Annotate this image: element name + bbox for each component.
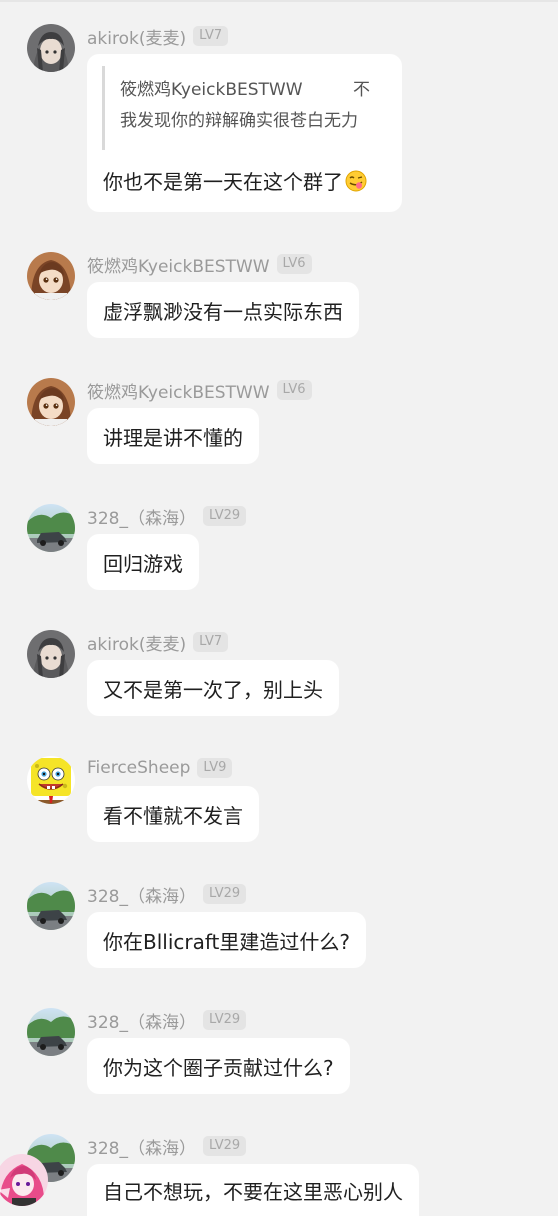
level-badge: LV29 (202, 506, 247, 526)
message-bubble[interactable]: 讲理是讲不懂的 (87, 408, 259, 464)
message-text: 自己不想玩，不要在这里恶心别人 (103, 1179, 403, 1204)
message-bubble[interactable]: 回归游戏 (87, 534, 199, 590)
message-text: 又不是第一次了，别上头 (103, 677, 323, 702)
spongebob-avatar[interactable] (27, 756, 75, 804)
message-text: 你为这个圈子贡献过什么? (103, 1055, 334, 1080)
message-text: 你在Bllicraft里建造过什么? (103, 929, 351, 954)
message-bubble[interactable]: 筱燃鸡KyeickBESTWW 不 我发现你的辩解确实很苍白无力 你也不是第一天… (87, 54, 402, 212)
anime-girl-gray-avatar[interactable] (27, 24, 75, 72)
car-landscape-avatar[interactable] (27, 1008, 75, 1056)
quoted-message[interactable]: 筱燃鸡KyeickBESTWW 不 我发现你的辩解确实很苍白无力 (102, 66, 388, 150)
top-divider (0, 0, 558, 2)
username[interactable]: 筱燃鸡KyeickBESTWW (87, 252, 270, 277)
message-text: 看不懂就不发言 (103, 803, 243, 828)
level-badge: LV29 (202, 1010, 247, 1030)
message-header: 筱燃鸡KyeickBESTWW LV6 (87, 378, 312, 403)
tongue-out-emoji-icon (345, 170, 367, 192)
level-badge: LV29 (202, 1136, 247, 1156)
quote-header: 筱燃鸡KyeickBESTWW 不 (120, 75, 370, 106)
message-text: 虚浮飘渺没有一点实际东西 (103, 299, 343, 324)
message-bubble[interactable]: 虚浮飘渺没有一点实际东西 (87, 282, 359, 338)
message-header: akirok(麦麦) LV7 (87, 630, 229, 655)
anime-girl-salute-avatar[interactable] (27, 252, 75, 300)
message-text: 回归游戏 (103, 551, 183, 576)
message-header: 328_（森海） LV29 (87, 1134, 247, 1159)
car-landscape-avatar[interactable] (27, 504, 75, 552)
message-header: 328_（森海） LV29 (87, 1008, 247, 1033)
level-badge: LV7 (193, 26, 229, 46)
username[interactable]: FierceSheep (87, 758, 190, 778)
username[interactable]: 328_（森海） (87, 504, 196, 529)
message-text-row: 你也不是第一天在这个群了 (103, 166, 388, 195)
level-badge: LV6 (276, 254, 312, 274)
username[interactable]: 328_（森海） (87, 882, 196, 907)
message-header: FierceSheep LV9 (87, 756, 233, 780)
message-bubble[interactable]: 又不是第一次了，别上头 (87, 660, 339, 716)
username[interactable]: 筱燃鸡KyeickBESTWW (87, 378, 270, 403)
car-landscape-avatar[interactable] (27, 882, 75, 930)
message-bubble[interactable]: 自己不想玩，不要在这里恶心别人 (87, 1164, 419, 1216)
level-badge: LV7 (193, 632, 229, 652)
message-header: 328_（森海） LV29 (87, 504, 247, 529)
level-badge: LV29 (202, 884, 247, 904)
message-header: 328_（森海） LV29 (87, 882, 247, 907)
anime-girl-salute-avatar[interactable] (27, 378, 75, 426)
message-bubble[interactable]: 你为这个圈子贡献过什么? (87, 1038, 350, 1094)
quote-author: 筱燃鸡KyeickBESTWW (120, 80, 303, 100)
anime-character-pink-avatar[interactable] (0, 1154, 48, 1206)
quote-author-suffix: 不 (353, 80, 370, 100)
username[interactable]: 328_（森海） (87, 1008, 196, 1033)
level-badge: LV6 (276, 380, 312, 400)
username[interactable]: akirok(麦麦) (87, 24, 186, 49)
message-text: 讲理是讲不懂的 (103, 425, 243, 450)
quote-text: 我发现你的辩解确实很苍白无力 (120, 111, 358, 131)
username[interactable]: 328_（森海） (87, 1134, 196, 1159)
level-badge: LV9 (197, 758, 233, 778)
message-text: 你也不是第一天在这个群了 (103, 170, 343, 194)
message-bubble[interactable]: 看不懂就不发言 (87, 786, 259, 842)
anime-girl-gray-avatar[interactable] (27, 630, 75, 678)
username[interactable]: akirok(麦麦) (87, 630, 186, 655)
message-header: 筱燃鸡KyeickBESTWW LV6 (87, 252, 312, 277)
message-bubble[interactable]: 你在Bllicraft里建造过什么? (87, 912, 367, 968)
message-header: akirok(麦麦) LV7 (87, 24, 229, 49)
